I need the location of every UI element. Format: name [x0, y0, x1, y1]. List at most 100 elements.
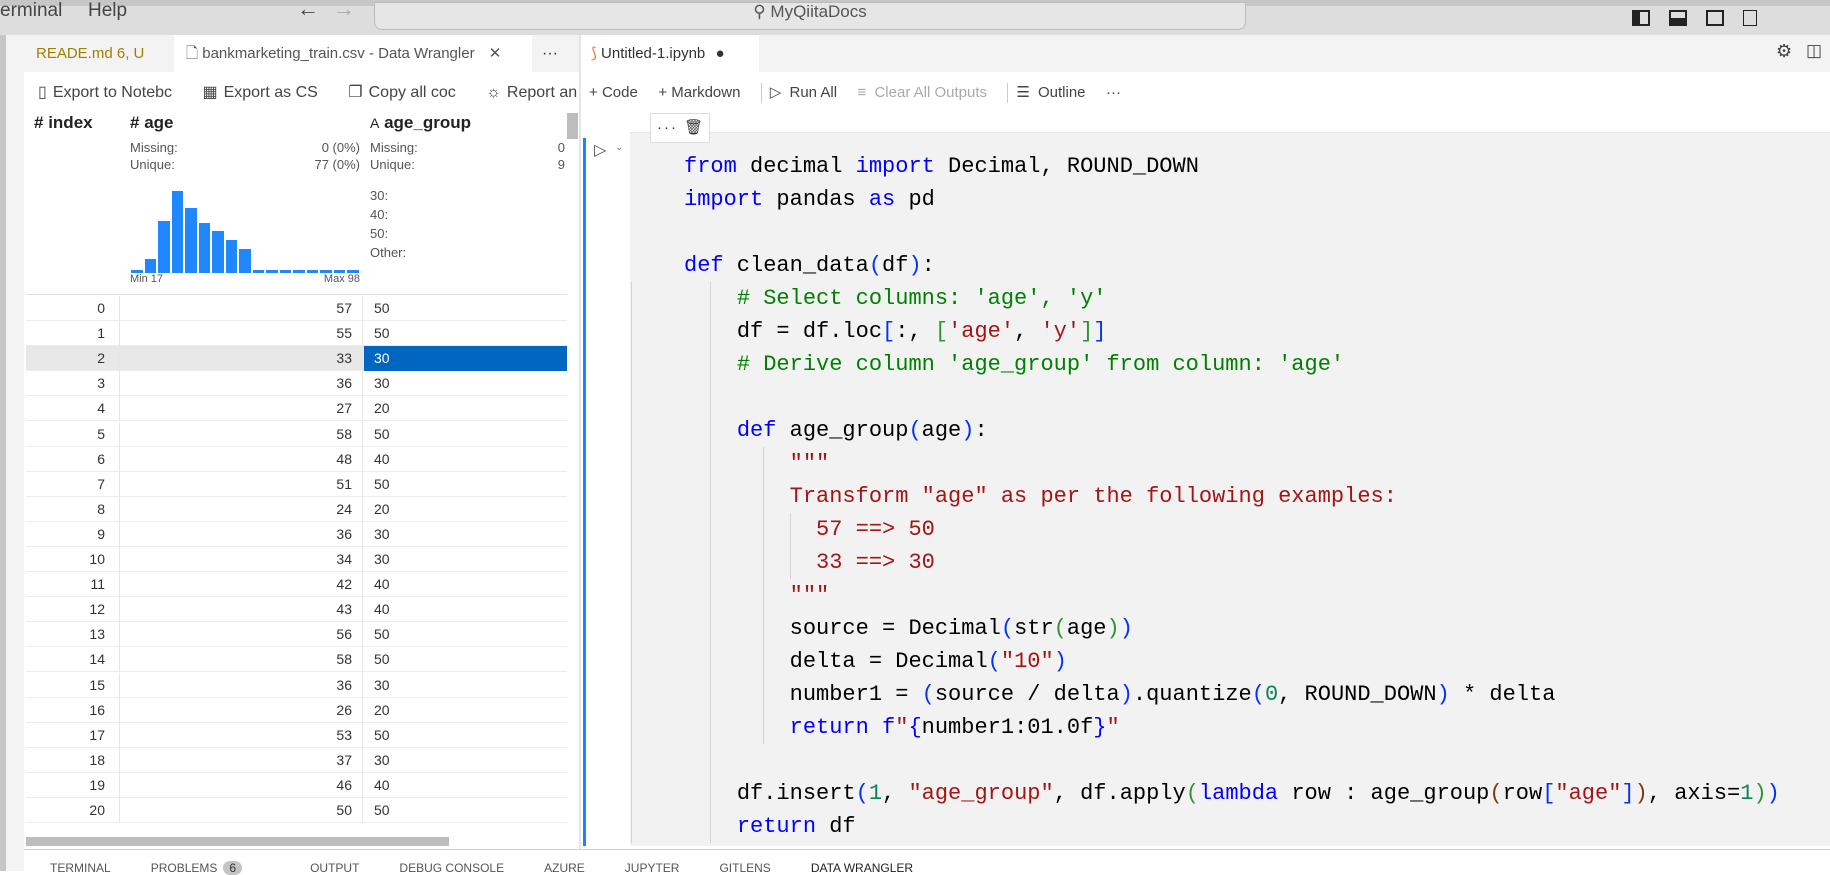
export-csv-button[interactable]: ▦ Export as CS: [202, 82, 323, 102]
age-group-cell[interactable]: 30: [364, 522, 567, 547]
age-cell[interactable]: 48: [120, 446, 363, 472]
age-group-cell[interactable]: 20: [364, 698, 567, 723]
age-cell[interactable]: 42: [120, 572, 363, 598]
index-cell[interactable]: 4: [26, 396, 120, 422]
clear-outputs-button[interactable]: ≡ Clear All Outputs: [858, 84, 991, 101]
tab-data-wrangler[interactable]: 🗋 bankmarketing_train.csv - Data Wrangle…: [174, 35, 532, 72]
vertical-scrollbar[interactable]: [567, 113, 578, 139]
run-cell-button[interactable]: ▷: [594, 140, 606, 160]
age-group-cell[interactable]: 20: [364, 497, 567, 522]
age-group-cell[interactable]: 30: [364, 748, 567, 773]
report-issue-button[interactable]: ☼ Report an iss: [486, 84, 580, 102]
age-group-cell[interactable]: 30: [364, 547, 567, 572]
panel-tab-output[interactable]: OUTPUT: [310, 861, 365, 875]
panel-tab-debug-console[interactable]: DEBUG CONSOLE: [399, 861, 510, 875]
table-row[interactable]: 10 34 30: [26, 547, 567, 572]
more-actions-button[interactable]: ···: [1106, 84, 1121, 101]
table-row[interactable]: 16 26 20: [26, 697, 567, 723]
age-cell[interactable]: 33: [120, 346, 363, 372]
table-row[interactable]: 9 36 30: [26, 521, 567, 547]
trash-icon[interactable]: 🗑: [684, 119, 705, 136]
menu-terminal[interactable]: erminal: [0, 0, 62, 22]
table-row[interactable]: 12 43 40: [26, 597, 567, 623]
editor-split-divider[interactable]: [579, 35, 581, 850]
age-group-cell[interactable]: 50: [364, 472, 567, 497]
index-cell[interactable]: 2: [26, 346, 120, 372]
index-cell[interactable]: 16: [26, 697, 120, 723]
tab-untitled-notebook[interactable]: ⟆ Untitled-1.ipynb ●: [581, 35, 759, 72]
age-group-cell[interactable]: 30: [364, 346, 567, 372]
table-row[interactable]: 3 36 30: [26, 371, 567, 397]
index-cell[interactable]: 0: [26, 296, 120, 321]
table-row[interactable]: 19 46 40: [26, 772, 567, 798]
age-cell[interactable]: 36: [120, 521, 363, 547]
age-cell[interactable]: 36: [120, 672, 363, 698]
index-cell[interactable]: 3: [26, 371, 120, 397]
age-cell[interactable]: 43: [120, 597, 363, 623]
column-header-age[interactable]: # age Missing: 0 (0%) Unique: 77 (0%) Min …: [130, 113, 360, 286]
column-header-age-group[interactable]: A age_group Missing: 0 Unique: 9 30: 40: 50:…: [370, 113, 565, 262]
panel-tab-data-wrangler[interactable]: DATA WRANGLER: [811, 861, 919, 875]
panel-tab-terminal[interactable]: TERMINAL: [50, 861, 117, 875]
customize-layout-icon[interactable]: [1743, 10, 1757, 26]
age-cell[interactable]: 27: [120, 396, 363, 422]
table-row[interactable]: 1 55 50: [26, 321, 567, 347]
horizontal-scrollbar[interactable]: [26, 837, 449, 846]
tab-readme[interactable]: READE.md 6, U: [24, 35, 174, 72]
index-cell[interactable]: 17: [26, 722, 120, 748]
index-cell[interactable]: 13: [26, 622, 120, 648]
index-cell[interactable]: 14: [26, 647, 120, 673]
toggle-sidebar-icon[interactable]: [1632, 10, 1650, 26]
add-code-cell-button[interactable]: + Code: [589, 84, 642, 101]
table-row[interactable]: 18 37 30: [26, 747, 567, 773]
index-cell[interactable]: 18: [26, 747, 120, 773]
age-cell[interactable]: 34: [120, 547, 363, 572]
age-group-cell[interactable]: 50: [364, 798, 567, 823]
table-row[interactable]: 6 48 40: [26, 446, 567, 472]
index-cell[interactable]: 7: [26, 471, 120, 497]
export-notebook-button[interactable]: ▯ Export to Notebc: [38, 82, 178, 102]
table-row[interactable]: 0 57 50: [26, 296, 567, 321]
age-cell[interactable]: 46: [120, 772, 363, 798]
index-cell[interactable]: 19: [26, 772, 120, 798]
table-row[interactable]: 11 42 40: [26, 572, 567, 598]
copy-code-button[interactable]: ❐ Copy all coc: [348, 82, 462, 102]
gear-icon[interactable]: ⚙: [1776, 41, 1792, 62]
table-row[interactable]: 13 56 50: [26, 622, 567, 648]
outline-button[interactable]: ☰ Outline: [1016, 84, 1089, 101]
back-button[interactable]: ←: [297, 0, 319, 22]
split-editor-icon[interactable]: ◫: [1806, 41, 1822, 61]
index-cell[interactable]: 1: [26, 321, 120, 347]
age-cell[interactable]: 26: [120, 697, 363, 723]
table-row[interactable]: 2 33 30: [26, 346, 567, 372]
age-group-cell[interactable]: 50: [364, 723, 567, 748]
add-markdown-cell-button[interactable]: + Markdown: [658, 84, 744, 101]
table-row[interactable]: 4 27 20: [26, 396, 567, 422]
age-cell[interactable]: 58: [120, 647, 363, 673]
forward-button[interactable]: →: [333, 0, 355, 22]
age-group-cell[interactable]: 30: [364, 371, 567, 396]
index-cell[interactable]: 12: [26, 597, 120, 623]
age-cell[interactable]: 51: [120, 471, 363, 497]
age-group-cell[interactable]: 40: [364, 773, 567, 798]
age-group-cell[interactable]: 50: [364, 321, 567, 346]
unsaved-dot-icon[interactable]: ●: [715, 45, 724, 62]
table-row[interactable]: 14 58 50: [26, 647, 567, 673]
index-cell[interactable]: 10: [26, 547, 120, 572]
panel-tab-problems[interactable]: PROBLEMS 6: [151, 861, 276, 875]
age-group-cell[interactable]: 40: [364, 597, 567, 622]
age-group-cell[interactable]: 40: [364, 447, 567, 472]
index-cell[interactable]: 5: [26, 421, 120, 447]
age-group-cell[interactable]: 50: [364, 422, 567, 447]
panel-tab-gitlens[interactable]: GITLENS: [719, 861, 776, 875]
index-cell[interactable]: 8: [26, 496, 120, 522]
age-group-cell[interactable]: 50: [364, 296, 567, 321]
age-cell[interactable]: 36: [120, 371, 363, 397]
age-cell[interactable]: 50: [120, 798, 363, 823]
toggle-secondary-sidebar-icon[interactable]: [1706, 10, 1724, 26]
menu-help[interactable]: Help: [88, 0, 127, 22]
age-group-cell[interactable]: 50: [364, 647, 567, 672]
toggle-panel-icon[interactable]: [1669, 10, 1687, 26]
table-row[interactable]: 17 53 50: [26, 722, 567, 748]
panel-tab-jupyter[interactable]: JUPYTER: [625, 861, 686, 875]
